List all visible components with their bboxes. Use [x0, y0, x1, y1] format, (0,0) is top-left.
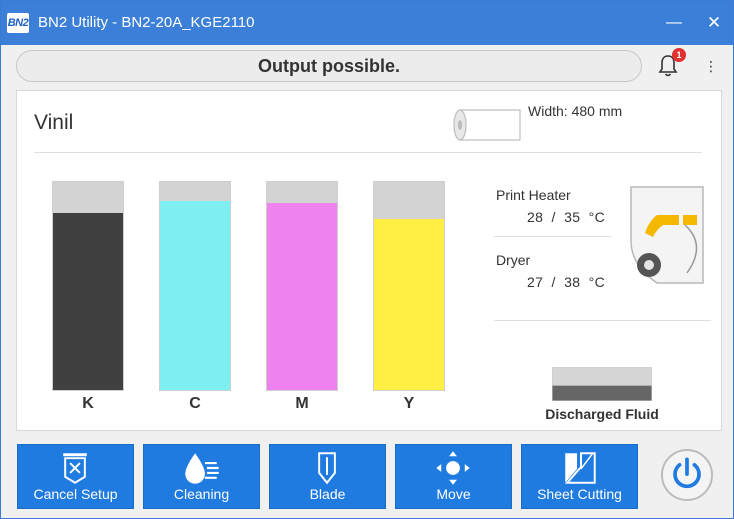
blade-icon — [318, 452, 336, 485]
discharged-fluid-gauge — [552, 367, 652, 401]
blade-label: Blade — [309, 486, 346, 502]
sheet-cutting-label: Sheet Cutting — [537, 486, 622, 502]
ink-level-k — [53, 213, 123, 390]
media-roll-icon — [453, 109, 521, 141]
blade-button[interactable]: Blade — [269, 444, 386, 509]
menu-icon[interactable]: ⋮ — [701, 55, 721, 77]
title-bar[interactable]: BN2 BN2 Utility - BN2-20A_KGE2110 — ✕ — [1, 1, 733, 45]
cancel-setup-icon — [63, 453, 87, 484]
divider — [494, 236, 612, 237]
notification-badge: 1 — [672, 48, 686, 62]
ink-label-c: C — [189, 395, 201, 412]
dryer-label: Dryer — [496, 252, 531, 268]
move-button[interactable]: Move — [395, 444, 512, 509]
media-width: Width: 480 mm — [528, 103, 623, 119]
cleaning-icon — [185, 453, 219, 484]
print-heater-value: 28 / 35 °C — [527, 209, 605, 225]
close-button[interactable]: ✕ — [697, 9, 731, 37]
discharged-fluid-label: Discharged Fluid — [545, 406, 659, 422]
divider — [494, 320, 711, 321]
ink-level-y — [374, 219, 444, 390]
ink-level-m — [267, 202, 337, 390]
ink-tank-y — [373, 181, 445, 391]
cleaning-label: Cleaning — [173, 486, 230, 502]
move-icon — [436, 451, 470, 485]
sheet-cutting-button[interactable]: Sheet Cutting — [521, 444, 638, 509]
move-label: Move — [436, 486, 471, 502]
ink-level-c — [160, 200, 230, 390]
cancel-setup-label: Cancel Setup — [33, 486, 118, 502]
power-button[interactable] — [661, 449, 713, 501]
print-heater-label: Print Heater — [496, 187, 571, 203]
app-window: BN2 BN2 Utility - BN2-20A_KGE2110 — ✕ Ou… — [0, 0, 734, 519]
ink-tank-m — [266, 181, 338, 391]
ink-tank-c — [159, 181, 231, 391]
window-title: BN2 Utility - BN2-20A_KGE2110 — [38, 14, 255, 31]
media-name: Vinil — [34, 111, 74, 134]
ink-label-y: Y — [403, 395, 415, 412]
heater-diagram-icon — [630, 186, 704, 284]
discharged-fluid-level — [552, 385, 652, 401]
app-logo-icon: BN2 — [7, 13, 29, 33]
power-icon — [673, 457, 701, 489]
status-message: Output possible. — [16, 50, 642, 82]
dryer-value: 27 / 38 °C — [527, 274, 605, 290]
ink-tank-k — [52, 181, 124, 391]
sheet-cutting-icon — [565, 452, 596, 484]
cancel-setup-button[interactable]: Cancel Setup — [17, 444, 134, 509]
ink-label-m: M — [295, 395, 309, 412]
divider — [34, 152, 702, 153]
ink-label-k: K — [82, 395, 94, 412]
minimize-button[interactable]: — — [657, 9, 691, 37]
cleaning-button[interactable]: Cleaning — [143, 444, 260, 509]
status-panel: Vinil Width: 480 mm K C M Y Print Heater… — [16, 90, 722, 431]
